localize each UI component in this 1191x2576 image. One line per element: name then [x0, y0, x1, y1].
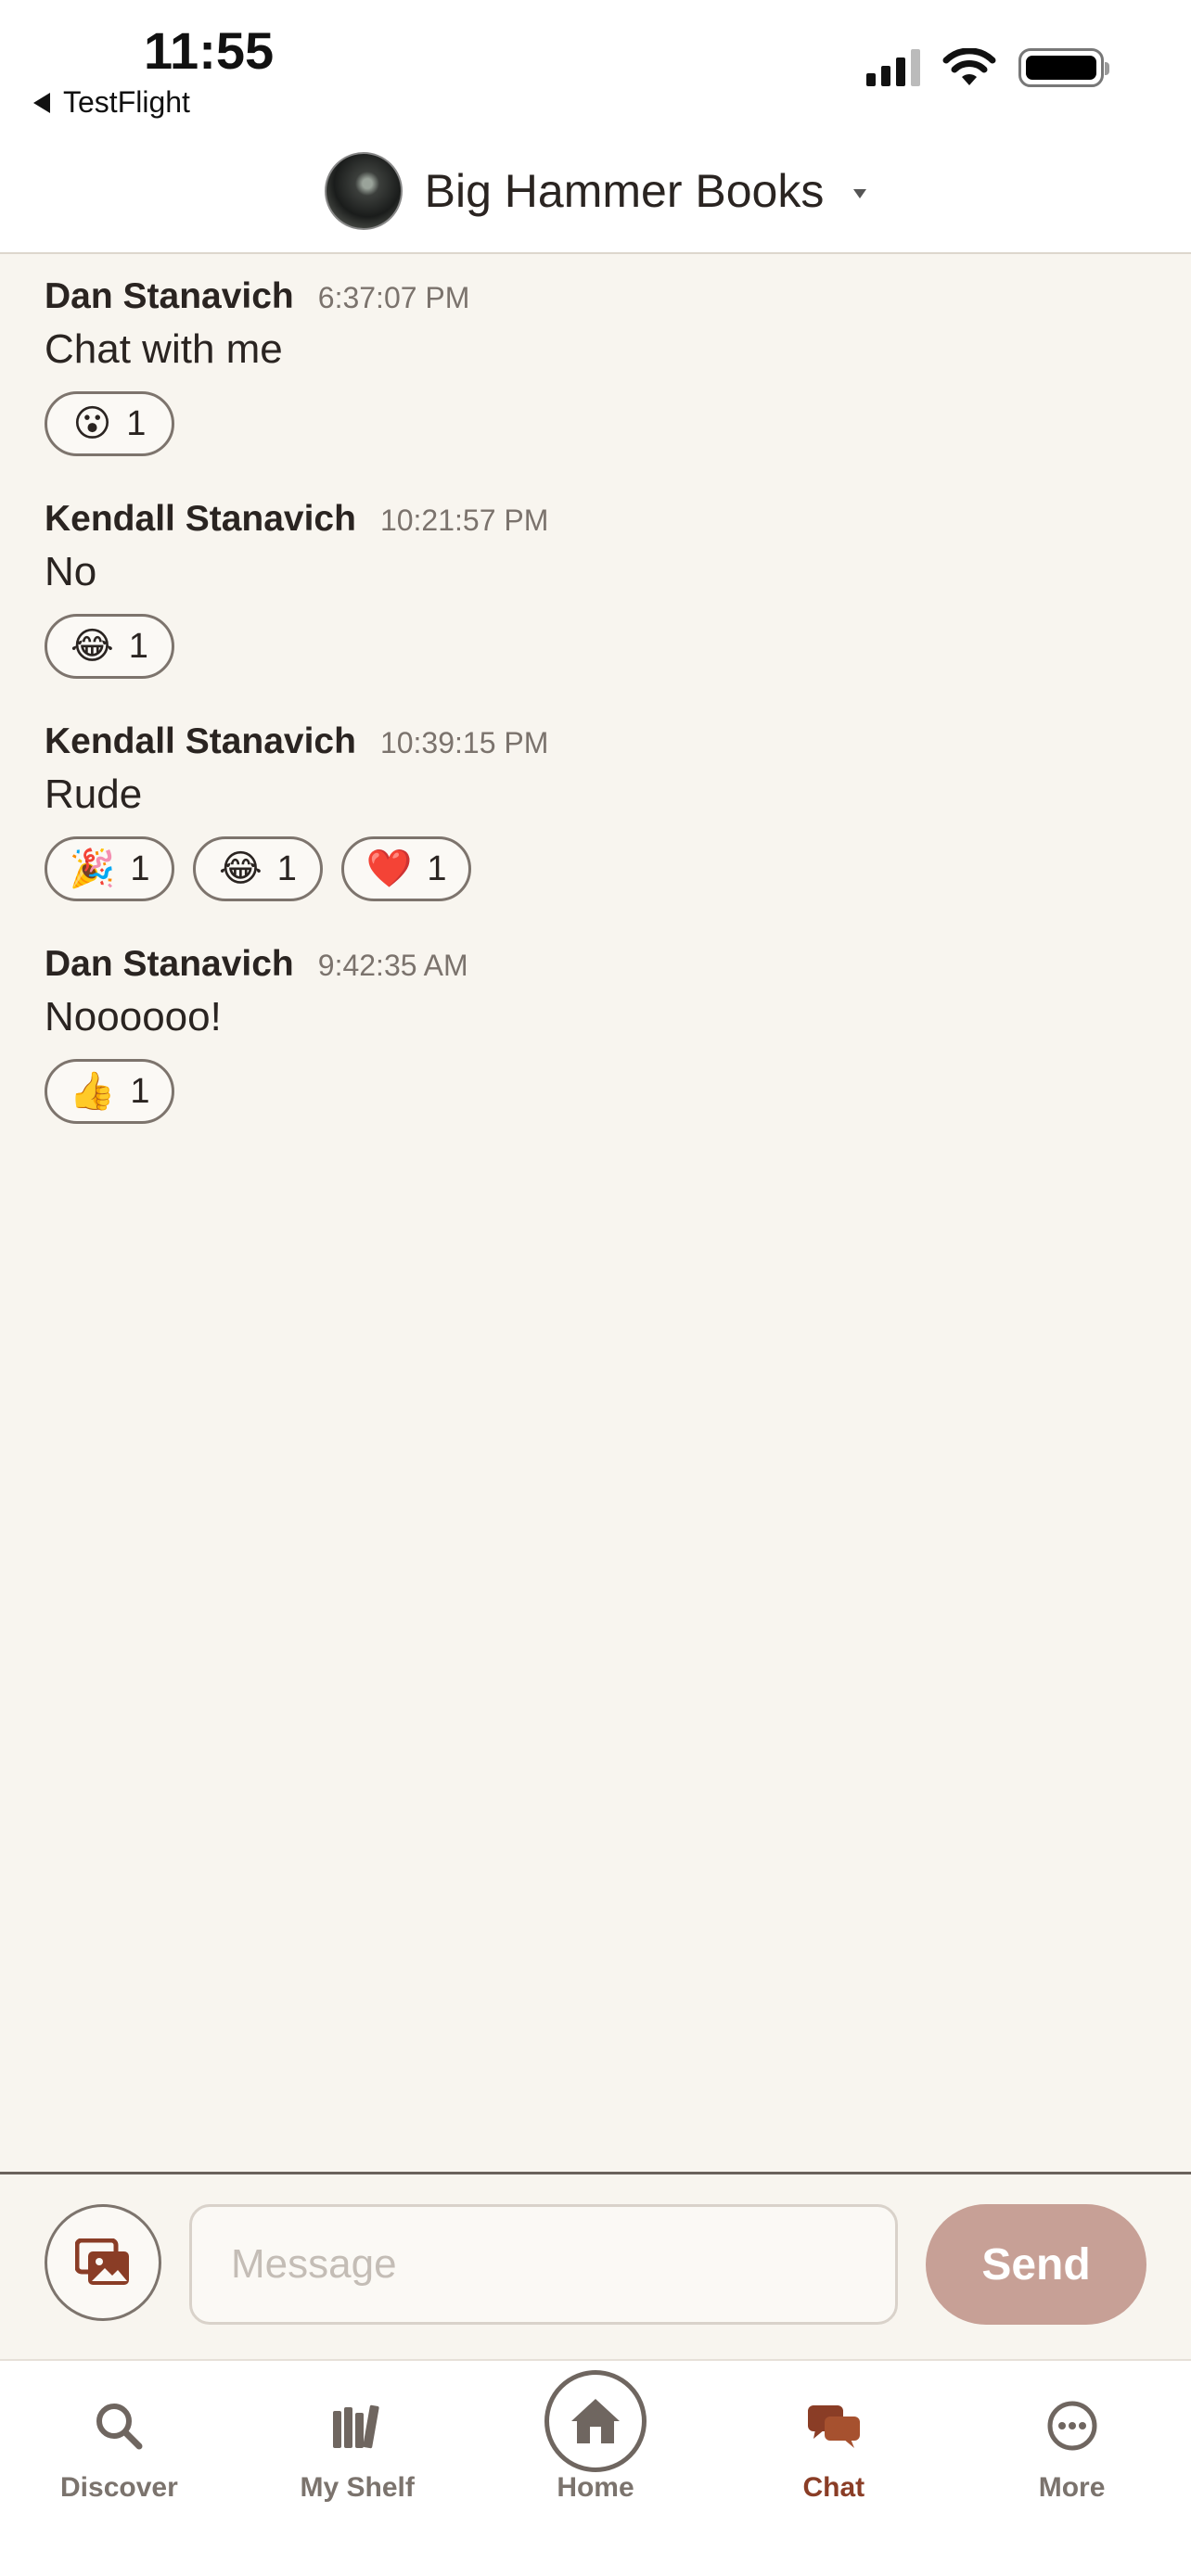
reaction-chip[interactable]: ❤️ 1: [341, 836, 471, 901]
reactions-row: 😂 1: [45, 614, 1146, 679]
reaction-chip[interactable]: 😂 1: [45, 614, 174, 679]
group-avatar: [324, 152, 403, 230]
back-app-label: TestFlight: [63, 85, 190, 119]
laughing-emoji-icon: 😂: [70, 625, 114, 668]
group-name: Big Hammer Books: [424, 165, 825, 217]
image-gallery-icon: [75, 2238, 129, 2285]
group-header[interactable]: Big Hammer Books: [0, 130, 1191, 254]
message-author: Dan Stanavich: [45, 276, 294, 316]
reaction-count: 1: [128, 626, 148, 666]
back-to-testflight-link[interactable]: TestFlight: [33, 85, 190, 120]
reaction-chip[interactable]: 😮 1: [45, 391, 174, 456]
reaction-chip[interactable]: 👍 1: [45, 1059, 174, 1124]
battery-icon: [1018, 48, 1109, 87]
send-button[interactable]: Send: [926, 2204, 1146, 2325]
message-timestamp: 10:21:57 PM: [379, 504, 549, 537]
status-time: 11:55: [144, 21, 275, 80]
message-author: Kendall Stanavich: [45, 499, 356, 539]
message-item: Kendall Stanavich 10:39:15 PM Rude 🎉 1 😂…: [45, 710, 1146, 901]
party-popper-emoji-icon: 🎉: [69, 848, 116, 890]
thumbs-up-emoji-icon: 👍: [69, 1070, 116, 1113]
reaction-count: 1: [276, 848, 297, 888]
message-composer: Send: [0, 2172, 1191, 2359]
bookshelf-icon: [333, 2404, 379, 2449]
tab-label: More: [1038, 2472, 1106, 2503]
status-icons: [866, 48, 1109, 87]
tab-bar: Discover My Shelf Home Chat More: [0, 2359, 1191, 2576]
reaction-chip[interactable]: 😂 1: [193, 836, 323, 901]
reaction-count: 1: [126, 403, 147, 443]
reactions-row: 😮 1: [45, 391, 1146, 456]
tab-chat[interactable]: Chat: [714, 2361, 953, 2576]
reaction-count: 1: [130, 848, 150, 888]
tab-label: Home: [557, 2472, 634, 2503]
status-bar: 11:55 TestFlight: [0, 0, 1191, 130]
message-text: No: [45, 549, 97, 594]
message-timestamp: 9:42:35 AM: [317, 949, 468, 982]
reaction-count: 1: [427, 848, 447, 888]
tab-more[interactable]: More: [953, 2361, 1191, 2576]
chat-bubbles-icon: [807, 2405, 860, 2448]
message-text: Chat with me: [45, 326, 283, 372]
reactions-row: 👍 1: [45, 1059, 1146, 1124]
message-item: Dan Stanavich 6:37:07 PM Chat with me 😮 …: [45, 265, 1146, 456]
wifi-icon: [942, 48, 996, 85]
message-text: Noooooo!: [45, 994, 222, 1039]
heart-emoji-icon: ❤️: [365, 848, 413, 890]
surprised-emoji-icon: 😮: [72, 402, 112, 445]
tab-label: Chat: [802, 2472, 865, 2503]
back-arrow-icon: [33, 92, 50, 113]
attach-image-button[interactable]: [45, 2204, 161, 2321]
reaction-chip[interactable]: 🎉 1: [45, 836, 174, 901]
reactions-row: 🎉 1 😂 1 ❤️ 1: [45, 836, 1146, 901]
message-text: Rude: [45, 772, 143, 817]
message-author: Kendall Stanavich: [45, 721, 356, 761]
signal-icon: [866, 49, 920, 86]
tab-discover[interactable]: Discover: [0, 2361, 238, 2576]
home-icon: [570, 2399, 620, 2443]
laughing-emoji-icon: 😂: [219, 848, 263, 890]
more-icon: [1047, 2401, 1097, 2451]
tab-my-shelf[interactable]: My Shelf: [238, 2361, 477, 2576]
tab-home[interactable]: Home: [477, 2361, 715, 2576]
search-icon: [96, 2404, 143, 2450]
message-timestamp: 10:39:15 PM: [379, 726, 549, 759]
message-timestamp: 6:37:07 PM: [317, 281, 470, 314]
message-item: Dan Stanavich 9:42:35 AM Noooooo! 👍 1: [45, 933, 1146, 1124]
tab-label: My Shelf: [300, 2472, 415, 2503]
message-input[interactable]: [189, 2204, 898, 2325]
reaction-count: 1: [130, 1071, 150, 1111]
message-item: Kendall Stanavich 10:21:57 PM No 😂 1: [45, 488, 1146, 679]
message-author: Dan Stanavich: [45, 944, 294, 984]
message-list[interactable]: Dan Stanavich 6:37:07 PM Chat with me 😮 …: [0, 256, 1191, 2172]
tab-label: Discover: [60, 2472, 178, 2503]
chevron-down-icon: [853, 189, 867, 198]
